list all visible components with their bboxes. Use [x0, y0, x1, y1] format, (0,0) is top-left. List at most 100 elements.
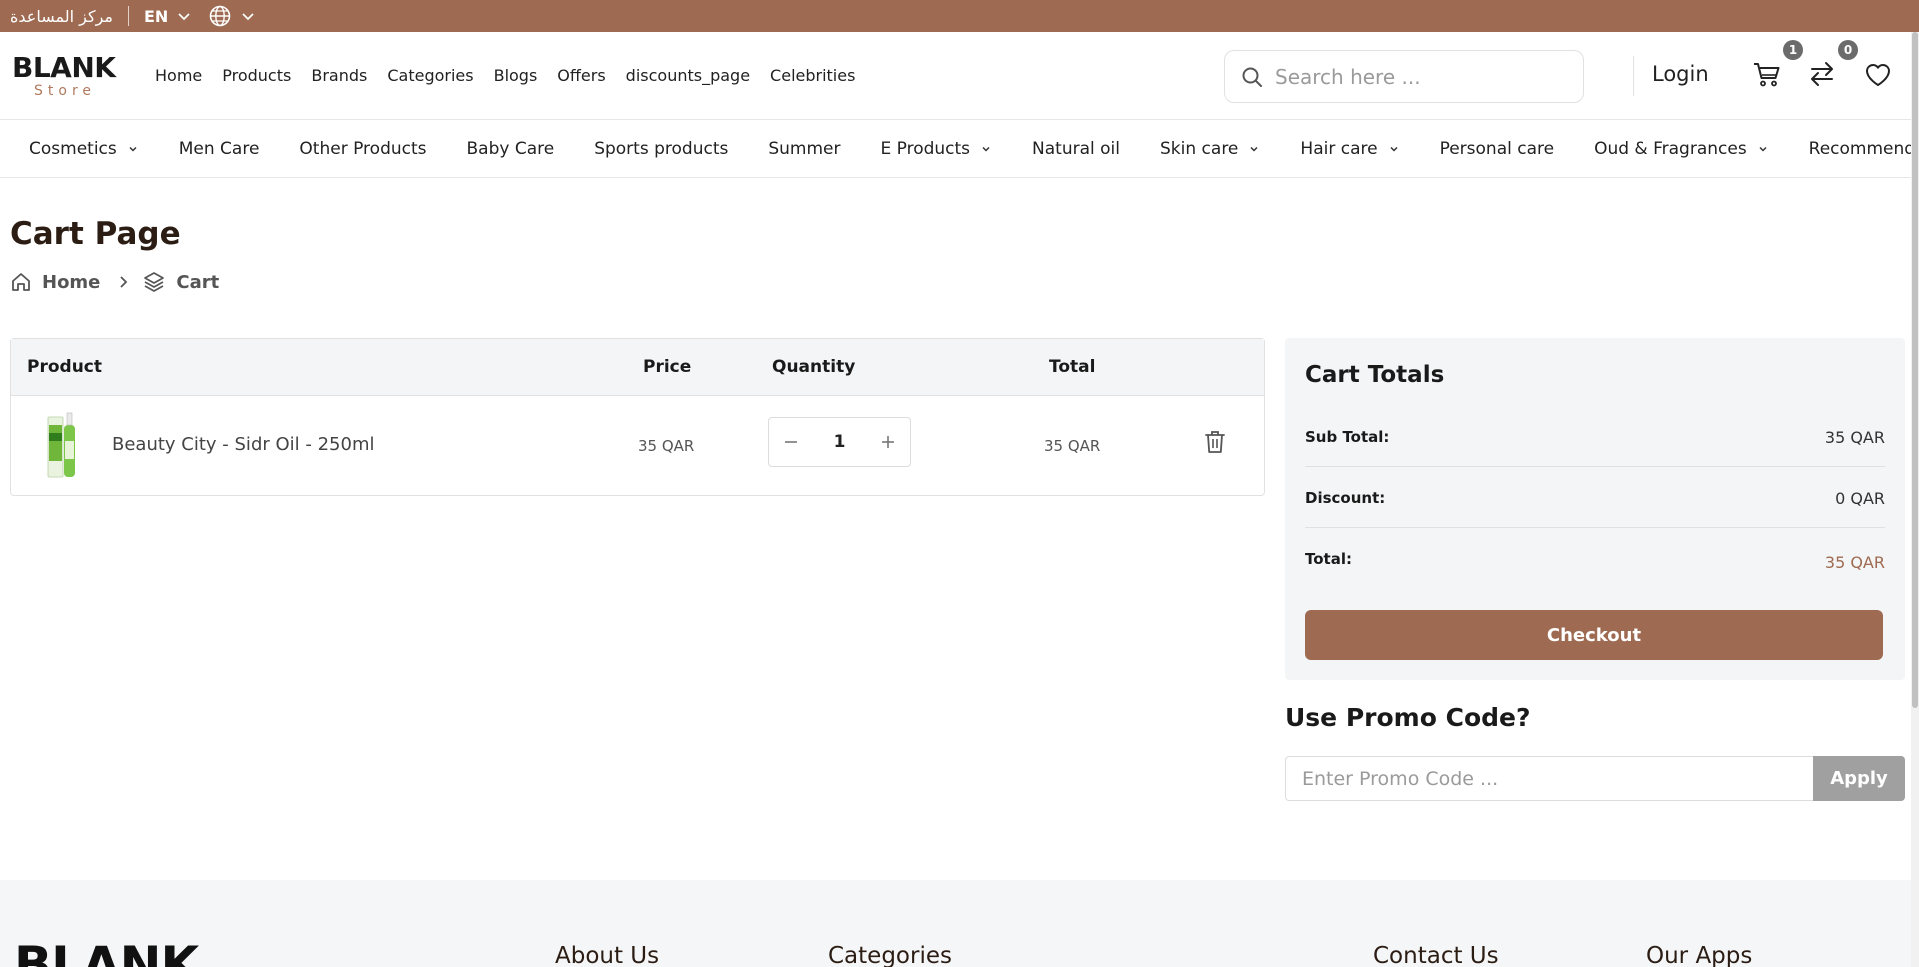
nav-discounts[interactable]: discounts_page	[626, 66, 750, 85]
chevron-down-icon[interactable]	[176, 8, 192, 24]
nav-offers[interactable]: Offers	[557, 66, 605, 85]
page-title: Cart Page	[10, 216, 181, 252]
cart-totals-panel: Cart Totals Sub Total: 35 QAR Discount: …	[1285, 338, 1905, 680]
nav-celebrities[interactable]: Celebrities	[770, 66, 855, 85]
scrollbar-thumb[interactable]	[1912, 32, 1918, 708]
category-item[interactable]: Skin care	[1160, 139, 1260, 159]
category-item[interactable]: Men Care	[179, 139, 260, 159]
language-selector[interactable]: EN	[144, 7, 168, 26]
header-quantity: Quantity	[772, 357, 856, 377]
trash-icon[interactable]	[1203, 429, 1227, 455]
layers-icon	[144, 272, 165, 292]
product-thumbnail[interactable]	[45, 411, 77, 479]
login-link[interactable]: Login	[1652, 62, 1709, 86]
compare-count-badge: 0	[1838, 40, 1858, 60]
nav-products[interactable]: Products	[222, 66, 291, 85]
chevron-down-icon[interactable]	[127, 143, 139, 155]
footer: BLANK About Us Categories Contact Us Our…	[0, 880, 1919, 967]
discount-row: Discount: 0 QAR	[1305, 467, 1885, 528]
top-utility-bar: مركز المساعدة EN	[0, 0, 1919, 32]
minus-icon[interactable]	[781, 432, 801, 452]
cart-count-badge: 1	[1783, 40, 1803, 60]
discount-value: 0 QAR	[1835, 489, 1885, 508]
page: مركز المساعدة EN BLANK Store Home Produc…	[0, 0, 1919, 967]
category-nav: Cosmetics Men Care Other Products Baby Care…	[0, 120, 1919, 178]
footer-logo[interactable]: BLANK	[14, 940, 199, 967]
cart-table-header: Product Price Quantity Total	[11, 339, 1264, 396]
category-label: Personal care	[1439, 138, 1555, 159]
globe-icon[interactable]	[208, 4, 232, 28]
product-price: 35 QAR	[638, 437, 695, 455]
category-item[interactable]: E Products	[880, 139, 992, 159]
chevron-down-icon[interactable]	[1248, 143, 1260, 155]
cart-table: Product Price Quantity Total Beauty City…	[10, 338, 1265, 496]
main-nav: Home Products Brands Categories Blogs Of…	[155, 66, 875, 85]
logo-subtitle: Store	[34, 82, 97, 99]
plus-icon[interactable]	[878, 432, 898, 452]
category-item[interactable]: Summer	[768, 139, 840, 159]
product-total: 35 QAR	[1044, 437, 1101, 455]
home-icon	[12, 273, 30, 291]
cart-icon[interactable]	[1751, 58, 1783, 90]
cart-item-row: Beauty City - Sidr Oil - 250ml 35 QAR 1 …	[11, 396, 1264, 496]
breadcrumb: Home Cart	[10, 270, 219, 294]
category-item[interactable]: Hair care	[1300, 139, 1399, 159]
footer-heading-contact: Contact Us	[1373, 943, 1499, 967]
category-label: Skin care	[1160, 138, 1239, 159]
store-logo[interactable]: BLANK Store	[12, 50, 118, 99]
compare-icon[interactable]	[1806, 58, 1838, 90]
promo-code-input[interactable]	[1285, 756, 1813, 801]
category-item[interactable]: Personal care	[1440, 139, 1555, 159]
cart-totals-title: Cart Totals	[1305, 362, 1445, 388]
apply-button[interactable]: Apply	[1813, 756, 1905, 801]
category-item[interactable]: Oud & Fragrances	[1594, 139, 1769, 159]
category-item[interactable]: Sports products	[594, 139, 728, 159]
footer-heading-categories: Categories	[828, 943, 952, 967]
main-header: BLANK Store Home Products Brands Categor…	[0, 32, 1919, 120]
category-item[interactable]: Baby Care	[467, 139, 555, 159]
nav-blogs[interactable]: Blogs	[494, 66, 538, 85]
nav-brands[interactable]: Brands	[311, 66, 367, 85]
total-label: Total:	[1305, 550, 1352, 568]
category-label: Hair care	[1300, 138, 1378, 159]
category-item[interactable]: Cosmetics	[29, 139, 139, 159]
checkout-button[interactable]: Checkout	[1305, 610, 1883, 660]
logo-brand: BLANK	[12, 50, 116, 84]
category-label: Sports products	[594, 138, 729, 159]
divider	[127, 6, 129, 26]
promo-title: Use Promo Code?	[1285, 703, 1531, 732]
search-icon	[1242, 67, 1262, 87]
chevron-down-icon[interactable]	[240, 8, 256, 24]
chevron-down-icon[interactable]	[1388, 143, 1400, 155]
search-input[interactable]	[1275, 64, 1565, 89]
breadcrumb-home[interactable]: Home	[42, 272, 100, 293]
total-row: Total: 35 QAR	[1305, 528, 1885, 589]
header-product: Product	[27, 357, 102, 377]
subtotal-row: Sub Total: 35 QAR	[1305, 406, 1885, 467]
wishlist-heart-icon[interactable]	[1862, 58, 1894, 90]
total-value: 35 QAR	[1824, 553, 1885, 572]
chevron-down-icon[interactable]	[980, 143, 992, 155]
category-label: E Products	[880, 138, 971, 159]
category-item[interactable]: Recommended	[1809, 139, 1919, 159]
category-label: Baby Care	[466, 138, 555, 159]
breadcrumb-current: Cart	[176, 271, 220, 293]
category-label: Other Products	[299, 138, 427, 159]
category-label: Natural oil	[1032, 138, 1121, 159]
header-price: Price	[643, 357, 692, 377]
nav-home[interactable]: Home	[155, 66, 202, 85]
quantity-value[interactable]: 1	[834, 432, 846, 452]
page-scrollbar[interactable]	[1911, 32, 1919, 967]
category-label: Recommended	[1808, 138, 1919, 159]
search-box[interactable]	[1224, 50, 1584, 103]
subtotal-value: 35 QAR	[1824, 428, 1885, 447]
category-item[interactable]: Natural oil	[1032, 139, 1120, 159]
footer-heading-about: About Us	[555, 943, 660, 967]
chevron-down-icon[interactable]	[1757, 143, 1769, 155]
promo-form: Apply	[1285, 756, 1905, 801]
nav-categories[interactable]: Categories	[387, 66, 473, 85]
help-center-link[interactable]: مركز المساعدة	[10, 7, 113, 26]
subtotal-label: Sub Total:	[1305, 428, 1390, 446]
category-item[interactable]: Other Products	[299, 139, 426, 159]
product-name[interactable]: Beauty City - Sidr Oil - 250ml	[112, 434, 375, 455]
